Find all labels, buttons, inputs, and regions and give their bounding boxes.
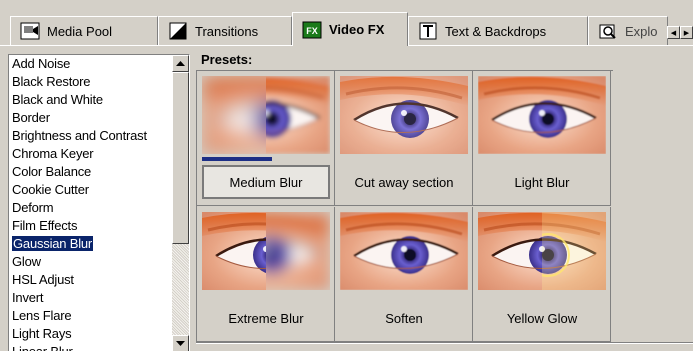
list-item[interactable]: Lens Flare — [9, 307, 169, 325]
list-item-label: Add Noise — [12, 56, 71, 71]
preset-label[interactable]: Light Blur — [478, 165, 606, 199]
list-item[interactable]: Border — [9, 109, 169, 127]
preset-thumbnail[interactable] — [340, 212, 468, 290]
preset-tile[interactable]: Soften — [335, 207, 473, 342]
list-item-label: Chroma Keyer — [12, 146, 94, 161]
tab-text-backdrops[interactable]: Text & Backdrops — [408, 16, 588, 45]
list-item[interactable]: Light Rays — [9, 325, 169, 343]
media-pool-icon — [19, 21, 41, 41]
list-item-label: Deform — [12, 200, 54, 215]
preset-tile[interactable]: Light Blur — [473, 71, 611, 206]
preset-progress-bar — [202, 157, 330, 161]
effects-list[interactable]: Add Noise Black Restore Black and White Bor… — [8, 54, 190, 351]
scroll-down-button[interactable] — [172, 335, 189, 351]
list-item-label: Light Rays — [12, 326, 72, 341]
list-item[interactable]: Chroma Keyer — [9, 145, 169, 163]
preset-tile[interactable]: Cut away section — [335, 71, 473, 206]
chevron-left-icon: ◀ — [670, 29, 677, 37]
list-item[interactable]: Gaussian Blur — [9, 235, 169, 253]
arrow-down-icon — [176, 341, 185, 346]
preset-label[interactable]: Yellow Glow — [478, 301, 606, 335]
tab-explorer[interactable]: Explo — [588, 16, 668, 45]
list-item-label: Color Balance — [12, 164, 92, 179]
list-item[interactable]: Glow — [9, 253, 169, 271]
list-item-label: Gaussian Blur — [12, 236, 94, 251]
preset-tile[interactable]: Yellow Glow — [473, 207, 611, 342]
scroll-thumb[interactable] — [172, 72, 189, 244]
presets-label: Presets: — [201, 52, 253, 67]
preset-label[interactable]: Medium Blur — [202, 165, 330, 199]
list-item-label: HSL Adjust — [12, 272, 74, 287]
list-item[interactable]: Color Balance — [9, 163, 169, 181]
tab-scroll-left-button[interactable]: ◀ — [667, 26, 680, 39]
list-item[interactable]: Add Noise — [9, 55, 169, 73]
list-item-label: Film Effects — [12, 218, 78, 233]
tab-strip: Media Pool Transitions FX Video FX Text … — [0, 0, 693, 46]
video-fx-icon: FX — [301, 20, 323, 40]
tab-video-fx-label: Video FX — [329, 22, 385, 37]
list-item[interactable]: Linear Blur — [9, 343, 169, 351]
list-item-label: Invert — [12, 290, 44, 305]
list-item[interactable]: Invert — [9, 289, 169, 307]
explorer-icon — [597, 21, 619, 41]
preset-label[interactable]: Cut away section — [340, 165, 468, 199]
tab-scroll-right-button[interactable]: ▶ — [680, 26, 693, 39]
svg-text:FX: FX — [306, 26, 318, 36]
preset-thumbnail[interactable] — [202, 76, 330, 154]
list-item-label: Border — [12, 110, 50, 125]
list-item[interactable]: Black Restore — [9, 73, 169, 91]
tab-media-pool[interactable]: Media Pool — [10, 16, 158, 45]
list-item-label: Glow — [12, 254, 41, 269]
tab-transitions-label: Transitions — [195, 23, 259, 39]
list-item[interactable]: HSL Adjust — [9, 271, 169, 289]
list-item[interactable]: Cookie Cutter — [9, 181, 169, 199]
list-item-label: Black and White — [12, 92, 103, 107]
preset-thumbnail[interactable] — [478, 212, 606, 290]
presets-grid: Medium Blur Cut away section Light Blur … — [196, 70, 613, 343]
scroll-up-button[interactable] — [172, 55, 189, 72]
preset-label[interactable]: Extreme Blur — [202, 301, 330, 335]
arrow-up-icon — [176, 61, 185, 66]
tab-media-pool-label: Media Pool — [47, 23, 113, 39]
preset-progress-fill — [202, 157, 273, 161]
list-item[interactable]: Deform — [9, 199, 169, 217]
preset-thumbnail[interactable] — [340, 76, 468, 154]
preset-thumbnail[interactable] — [478, 76, 606, 154]
list-item[interactable]: Brightness and Contrast — [9, 127, 169, 145]
list-item-label: Brightness and Contrast — [12, 128, 147, 143]
effects-list-scrollbar[interactable] — [172, 55, 189, 351]
text-backdrops-icon — [417, 21, 439, 41]
preset-label[interactable]: Soften — [340, 301, 468, 335]
list-item-label: Cookie Cutter — [12, 182, 89, 197]
list-item-label: Lens Flare — [12, 308, 72, 323]
tab-text-backdrops-label: Text & Backdrops — [445, 23, 547, 39]
transitions-icon — [167, 21, 189, 41]
presets-bottom-highlight — [196, 343, 693, 344]
chevron-right-icon: ▶ — [683, 29, 690, 37]
tab-explorer-label: Explo — [625, 23, 658, 39]
tab-video-fx[interactable]: FX Video FX — [292, 12, 408, 46]
preset-thumbnail[interactable] — [202, 212, 330, 290]
list-item[interactable]: Black and White — [9, 91, 169, 109]
preset-tile[interactable]: Medium Blur — [197, 71, 335, 206]
list-item-label: Black Restore — [12, 74, 91, 89]
list-item[interactable]: Film Effects — [9, 217, 169, 235]
list-item-label: Linear Blur — [12, 344, 73, 351]
preset-tile[interactable]: Extreme Blur — [197, 207, 335, 342]
tab-transitions[interactable]: Transitions — [158, 16, 292, 45]
